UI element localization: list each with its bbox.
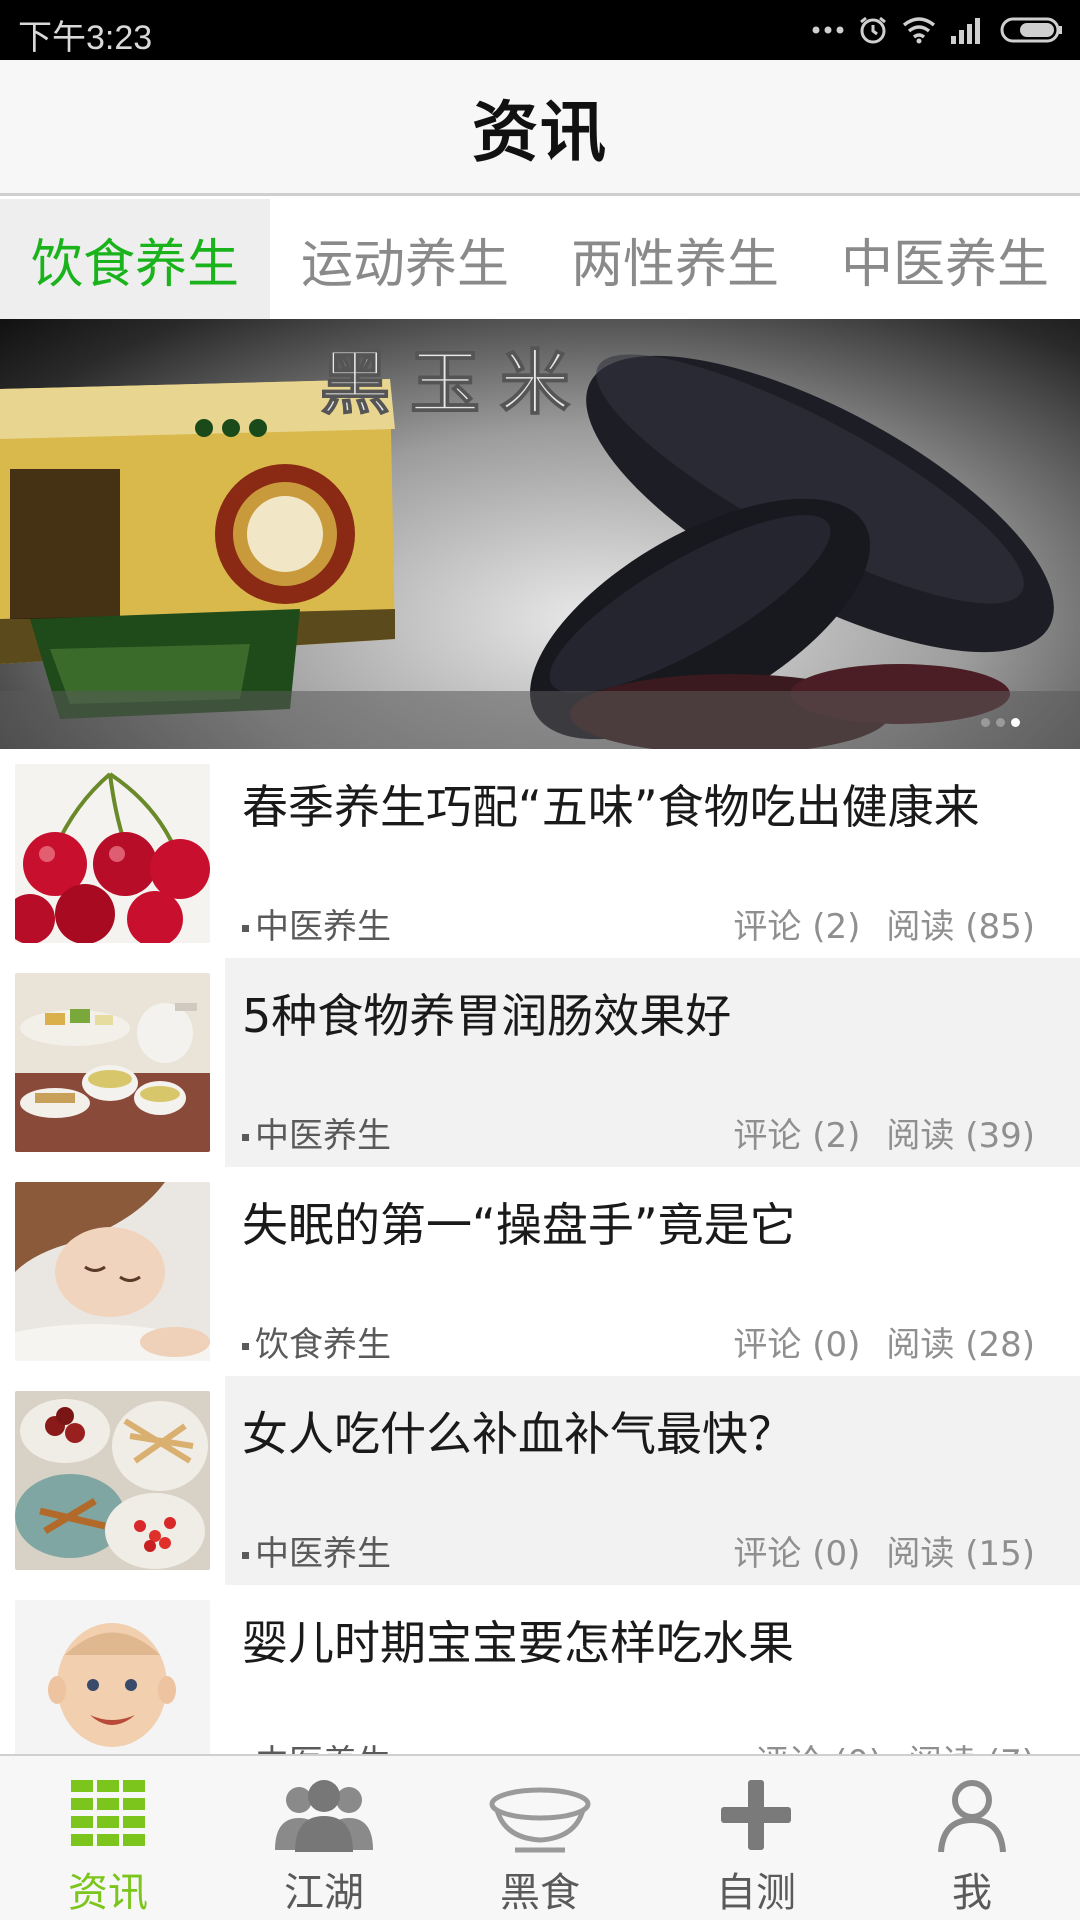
category-tabs: 饮食养生 运动养生 两性养生 中医养生 — [0, 199, 1080, 319]
news-reads: 阅读 (15) — [886, 1534, 1035, 1574]
news-comments: 评论 (2) — [733, 1116, 861, 1156]
bottom-nav: 资讯 江湖 黑食 自测 我 — [0, 1754, 1080, 1920]
news-category-label: 中医养生 — [255, 1743, 391, 1754]
news-thumbnail-tea-set — [15, 973, 210, 1152]
banner-image: 黑玉米 — [0, 340, 1054, 749]
more-dots-icon — [812, 26, 844, 34]
news-stats: 评论 (0) 阅读 (15) — [733, 1526, 1035, 1575]
news-reads: 阅读 (85) — [886, 907, 1035, 947]
news-category: 中医养生 — [242, 1735, 391, 1754]
news-reads: 阅读 (28) — [886, 1325, 1035, 1365]
news-category: 中医养生 — [242, 1108, 391, 1157]
bullet-icon — [242, 1552, 249, 1559]
svg-text:黑玉米: 黑玉米 — [320, 341, 590, 424]
nav-item-me[interactable]: 我 — [864, 1756, 1080, 1920]
banner-dot — [996, 718, 1005, 727]
wifi-icon — [902, 17, 936, 44]
banner-dot — [981, 718, 990, 727]
nav-label: 自测 — [716, 1870, 796, 1916]
nav-item-black-food[interactable]: 黑食 — [432, 1756, 648, 1920]
status-time: 下午3:23 — [18, 19, 153, 57]
news-thumbnail-sleeping-woman — [15, 1182, 210, 1361]
nav-label: 江湖 — [284, 1870, 364, 1916]
grid-icon — [71, 1780, 145, 1846]
news-category: 中医养生 — [242, 899, 391, 948]
news-list: 春季养生巧配“五味”食物吃出健康来 中医养生 评论 (2) 阅读 (85) 5种… — [0, 749, 1080, 1754]
alarm-icon — [860, 16, 886, 44]
news-item[interactable]: 婴儿时期宝宝要怎样吃水果 中医养生 评论 (0) 阅读 (7) — [0, 1585, 1080, 1754]
title-bar: 资讯 — [0, 60, 1080, 196]
bullet-icon — [242, 1134, 249, 1141]
news-item[interactable]: 失眠的第一“操盘手”竟是它 饮食养生 评论 (0) 阅读 (28) — [0, 1167, 1080, 1376]
nav-label: 黑食 — [500, 1870, 580, 1916]
bowl-icon — [489, 1787, 591, 1853]
news-body: 婴儿时期宝宝要怎样吃水果 中医养生 评论 (0) 阅读 (7) — [225, 1585, 1080, 1754]
news-item[interactable]: 春季养生巧配“五味”食物吃出健康来 中医养生 评论 (2) 阅读 (85) — [0, 749, 1080, 958]
news-body: 5种食物养胃润肠效果好 中医养生 评论 (2) 阅读 (39) — [225, 958, 1080, 1167]
news-category-label: 饮食养生 — [255, 1325, 391, 1365]
tab-exercise-health[interactable]: 运动养生 — [270, 199, 540, 319]
screen: 下午3:23 资讯 饮食养生 运动养生 两性养生 中医养生 黑玉米 春季养生巧配… — [0, 0, 1080, 1920]
tab-sexual-health[interactable]: 两性养生 — [540, 199, 810, 319]
nav-item-jianghu[interactable]: 江湖 — [216, 1756, 432, 1920]
battery-icon — [1000, 17, 1062, 43]
status-bar: 下午3:23 — [0, 0, 1080, 60]
nav-item-self-test[interactable]: 自测 — [648, 1756, 864, 1920]
news-title: 女人吃什么补血补气最快？ — [242, 1407, 794, 1461]
news-body: 女人吃什么补血补气最快？ 中医养生 评论 (0) 阅读 (15) — [225, 1376, 1080, 1585]
news-category-label: 中医养生 — [255, 1534, 391, 1574]
news-comments: 评论 (0) — [755, 1735, 882, 1754]
nav-item-news[interactable]: 资讯 — [0, 1756, 216, 1920]
bullet-icon — [242, 925, 249, 932]
news-stats: 评论 (0) 阅读 (7) — [755, 1735, 1035, 1754]
tab-tcm-health[interactable]: 中医养生 — [810, 199, 1080, 319]
news-title: 5种食物养胃润肠效果好 — [242, 989, 732, 1043]
news-body: 春季养生巧配“五味”食物吃出健康来 中医养生 评论 (2) 阅读 (85) — [225, 749, 1080, 958]
page-title: 资讯 — [472, 93, 608, 171]
banner-indicator — [981, 718, 1020, 727]
news-category: 饮食养生 — [242, 1317, 391, 1366]
news-stats: 评论 (2) 阅读 (39) — [733, 1108, 1035, 1157]
news-title: 春季养生巧配“五味”食物吃出健康来 — [242, 780, 980, 834]
news-comments: 评论 (2) — [733, 907, 861, 947]
news-comments: 评论 (0) — [733, 1325, 861, 1365]
status-icons — [812, 12, 1064, 48]
news-title: 失眠的第一“操盘手”竟是它 — [242, 1198, 796, 1252]
nav-label: 资讯 — [68, 1870, 148, 1916]
person-icon — [938, 1780, 1006, 1853]
news-thumbnail-cherries — [15, 764, 210, 943]
news-category-label: 中医养生 — [255, 1116, 391, 1156]
bullet-icon — [242, 1343, 249, 1350]
news-category-label: 中医养生 — [255, 907, 391, 947]
news-stats: 评论 (2) 阅读 (85) — [733, 899, 1035, 948]
news-body: 失眠的第一“操盘手”竟是它 饮食养生 评论 (0) 阅读 (28) — [225, 1167, 1080, 1376]
news-reads: 阅读 (7) — [908, 1735, 1035, 1754]
news-thumbnail-baby — [15, 1600, 210, 1754]
tab-diet-health[interactable]: 饮食养生 — [0, 199, 270, 319]
banner-caption-bar — [0, 691, 1080, 749]
news-comments: 评论 (0) — [733, 1534, 861, 1574]
signal-icon — [951, 18, 980, 44]
news-title: 婴儿时期宝宝要怎样吃水果 — [242, 1616, 794, 1670]
news-reads: 阅读 (39) — [886, 1116, 1035, 1156]
news-thumbnail-dried-herbs — [15, 1391, 210, 1570]
plus-icon — [721, 1780, 791, 1850]
news-item[interactable]: 5种食物养胃润肠效果好 中医养生 评论 (2) 阅读 (39) — [0, 958, 1080, 1167]
banner-carousel[interactable]: 黑玉米 — [0, 319, 1080, 749]
news-item[interactable]: 女人吃什么补血补气最快？ 中医养生 评论 (0) 阅读 (15) — [0, 1376, 1080, 1585]
news-category: 中医养生 — [242, 1526, 391, 1575]
banner-dot-active — [1011, 718, 1020, 727]
nav-label: 我 — [952, 1870, 992, 1916]
news-stats: 评论 (0) 阅读 (28) — [733, 1317, 1035, 1366]
group-icon — [275, 1780, 373, 1852]
